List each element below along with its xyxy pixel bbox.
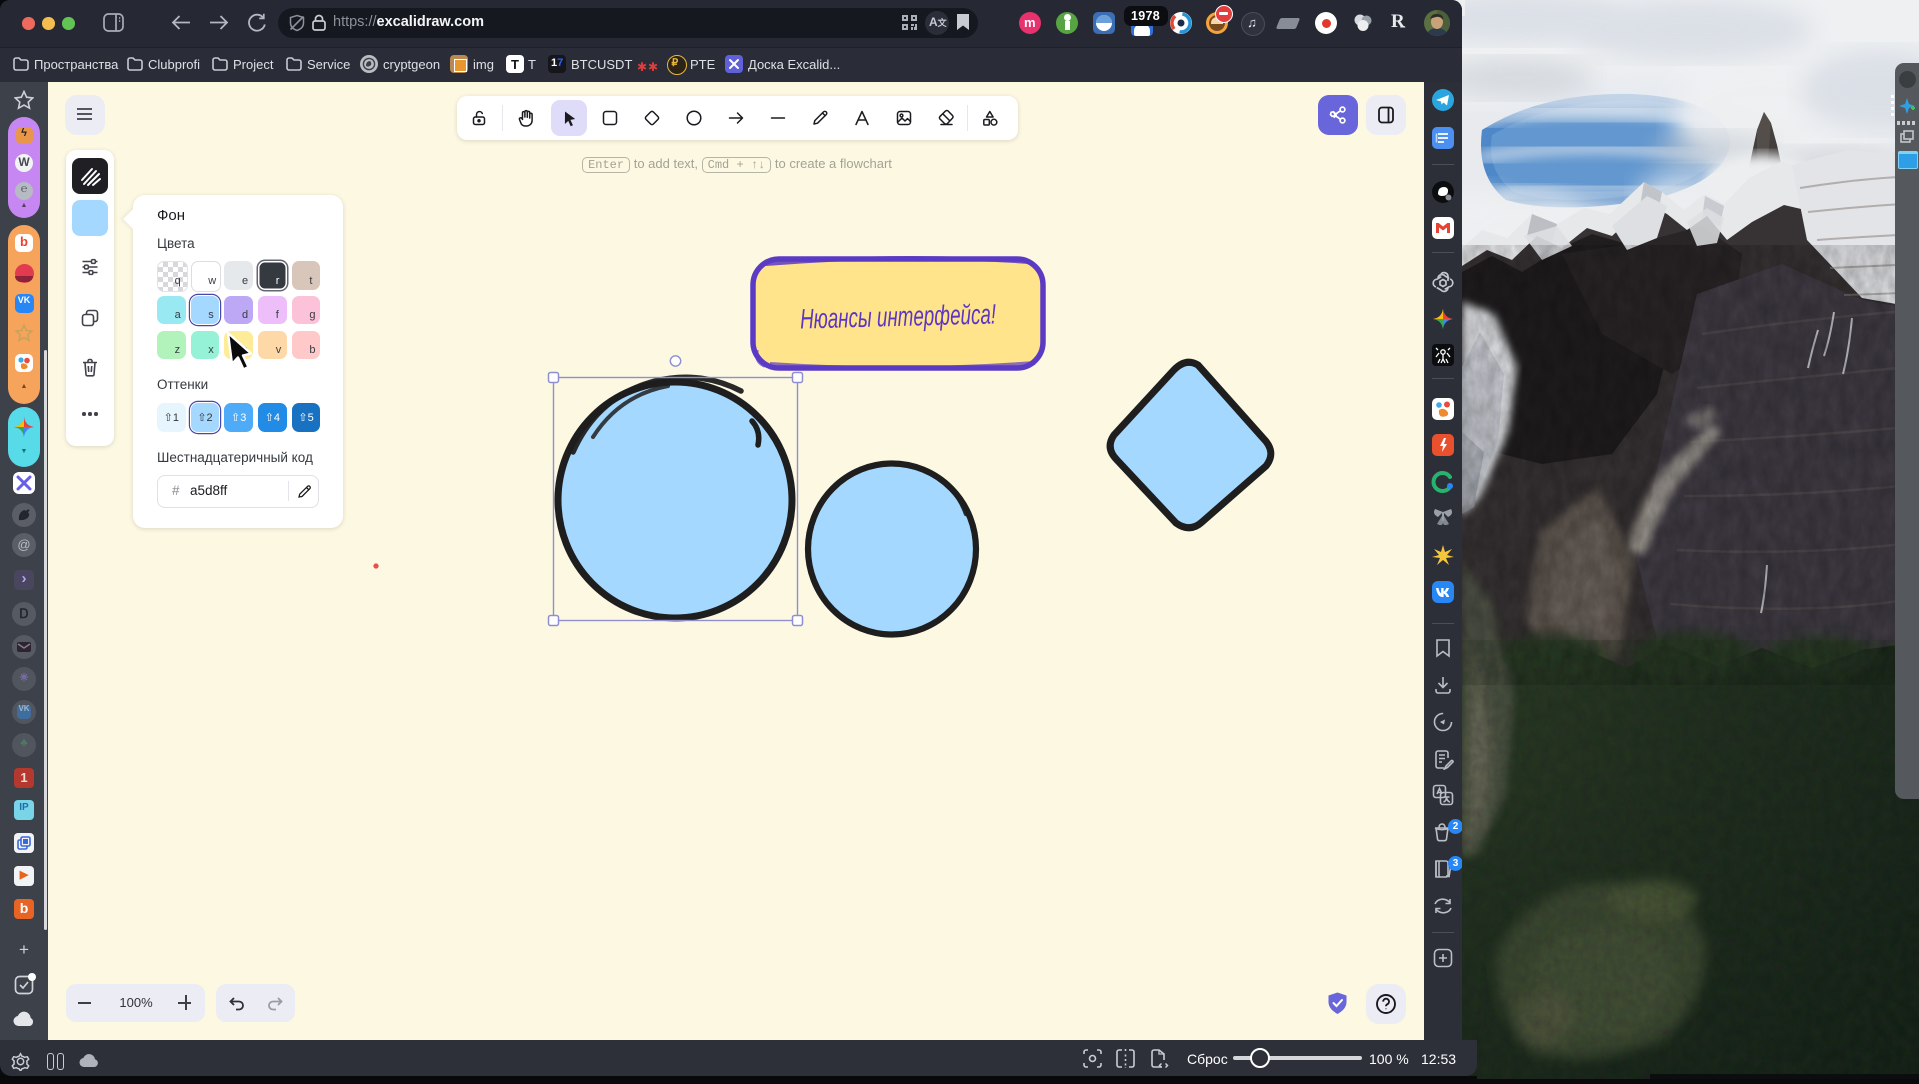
svg-text:Нюансы интерфейса!: Нюансы интерфейса!: [800, 298, 997, 334]
